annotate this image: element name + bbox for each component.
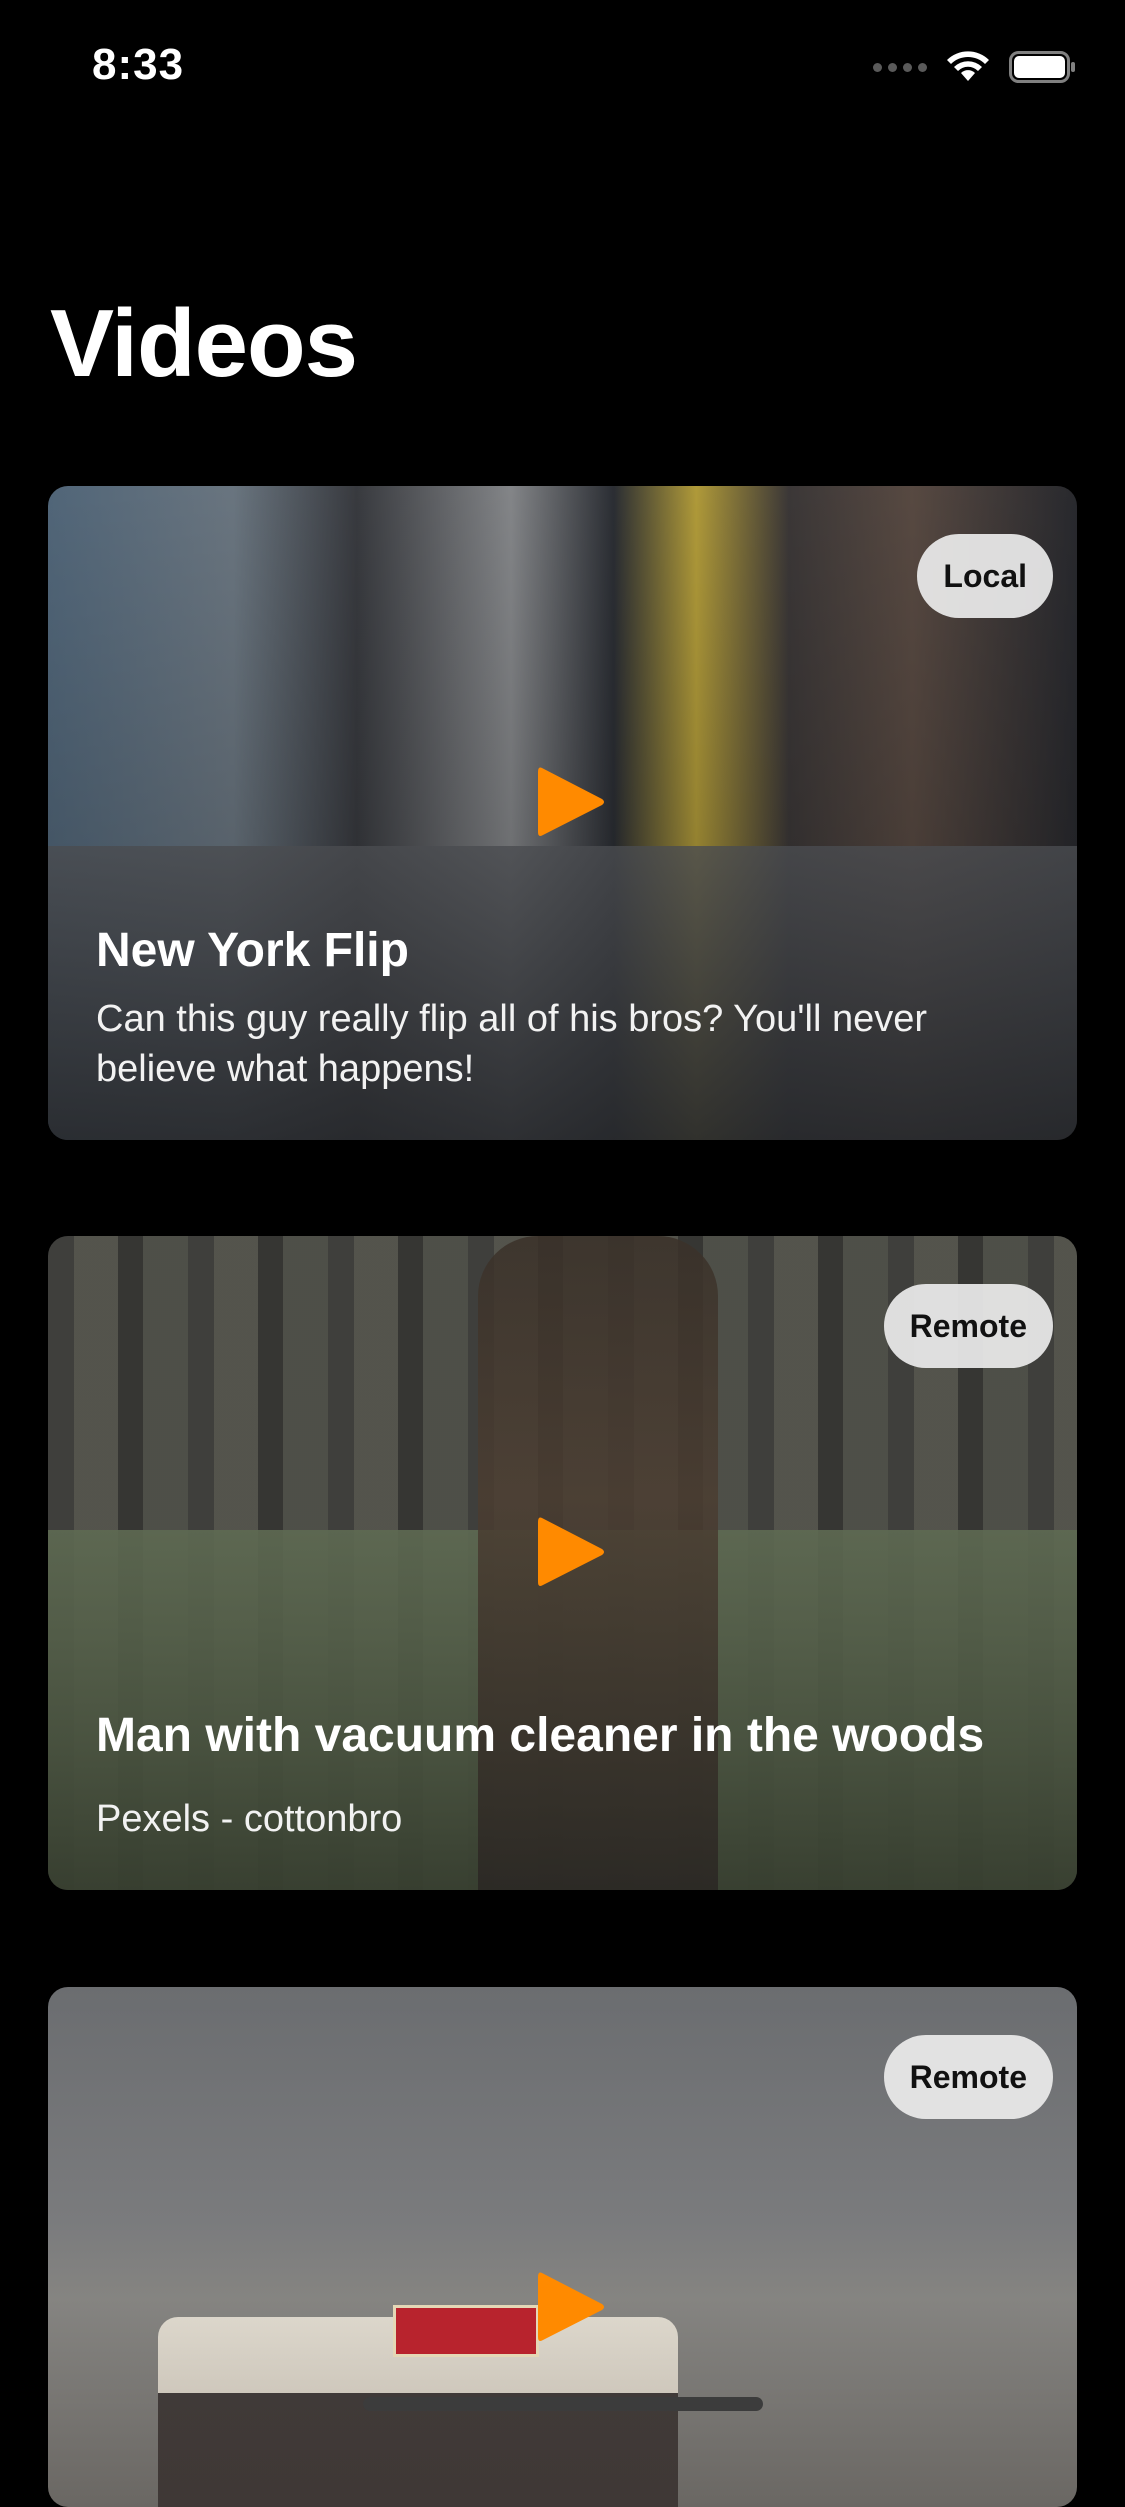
- video-title: Man with vacuum cleaner in the woods: [96, 1709, 985, 1763]
- source-badge: Remote: [883, 2035, 1053, 2119]
- source-badge: Local: [917, 534, 1053, 618]
- video-subtitle: Can this guy really flip all of his bros…: [96, 998, 928, 1090]
- play-icon[interactable]: [536, 2269, 606, 2345]
- wifi-icon: [945, 50, 991, 84]
- play-icon[interactable]: [536, 1514, 606, 1590]
- video-info: Man with vacuum cleaner in the woods Pex…: [96, 1707, 1029, 1844]
- video-card-vacuum-woods[interactable]: Remote Man with vacuum cleaner in the wo…: [48, 1236, 1077, 1890]
- cellular-signal-icon: [873, 62, 927, 72]
- status-time: 8:33: [92, 40, 185, 89]
- status-bar: 8:33: [0, 0, 1125, 140]
- video-info: New York Flip Can this guy really flip a…: [96, 922, 1029, 1094]
- video-subtitle: Pexels - cottonbro: [96, 1797, 403, 1840]
- source-badge: Remote: [883, 1284, 1053, 1368]
- status-icons: [873, 50, 1077, 84]
- video-card-new-york-flip[interactable]: Local New York Flip Can this guy really …: [48, 486, 1077, 1140]
- video-card-street[interactable]: Remote: [48, 1987, 1077, 2507]
- home-indicator[interactable]: [363, 2397, 763, 2411]
- video-title: New York Flip: [96, 923, 409, 977]
- play-icon[interactable]: [536, 764, 606, 840]
- page-title: Videos: [50, 290, 358, 397]
- battery-icon: [1009, 50, 1077, 84]
